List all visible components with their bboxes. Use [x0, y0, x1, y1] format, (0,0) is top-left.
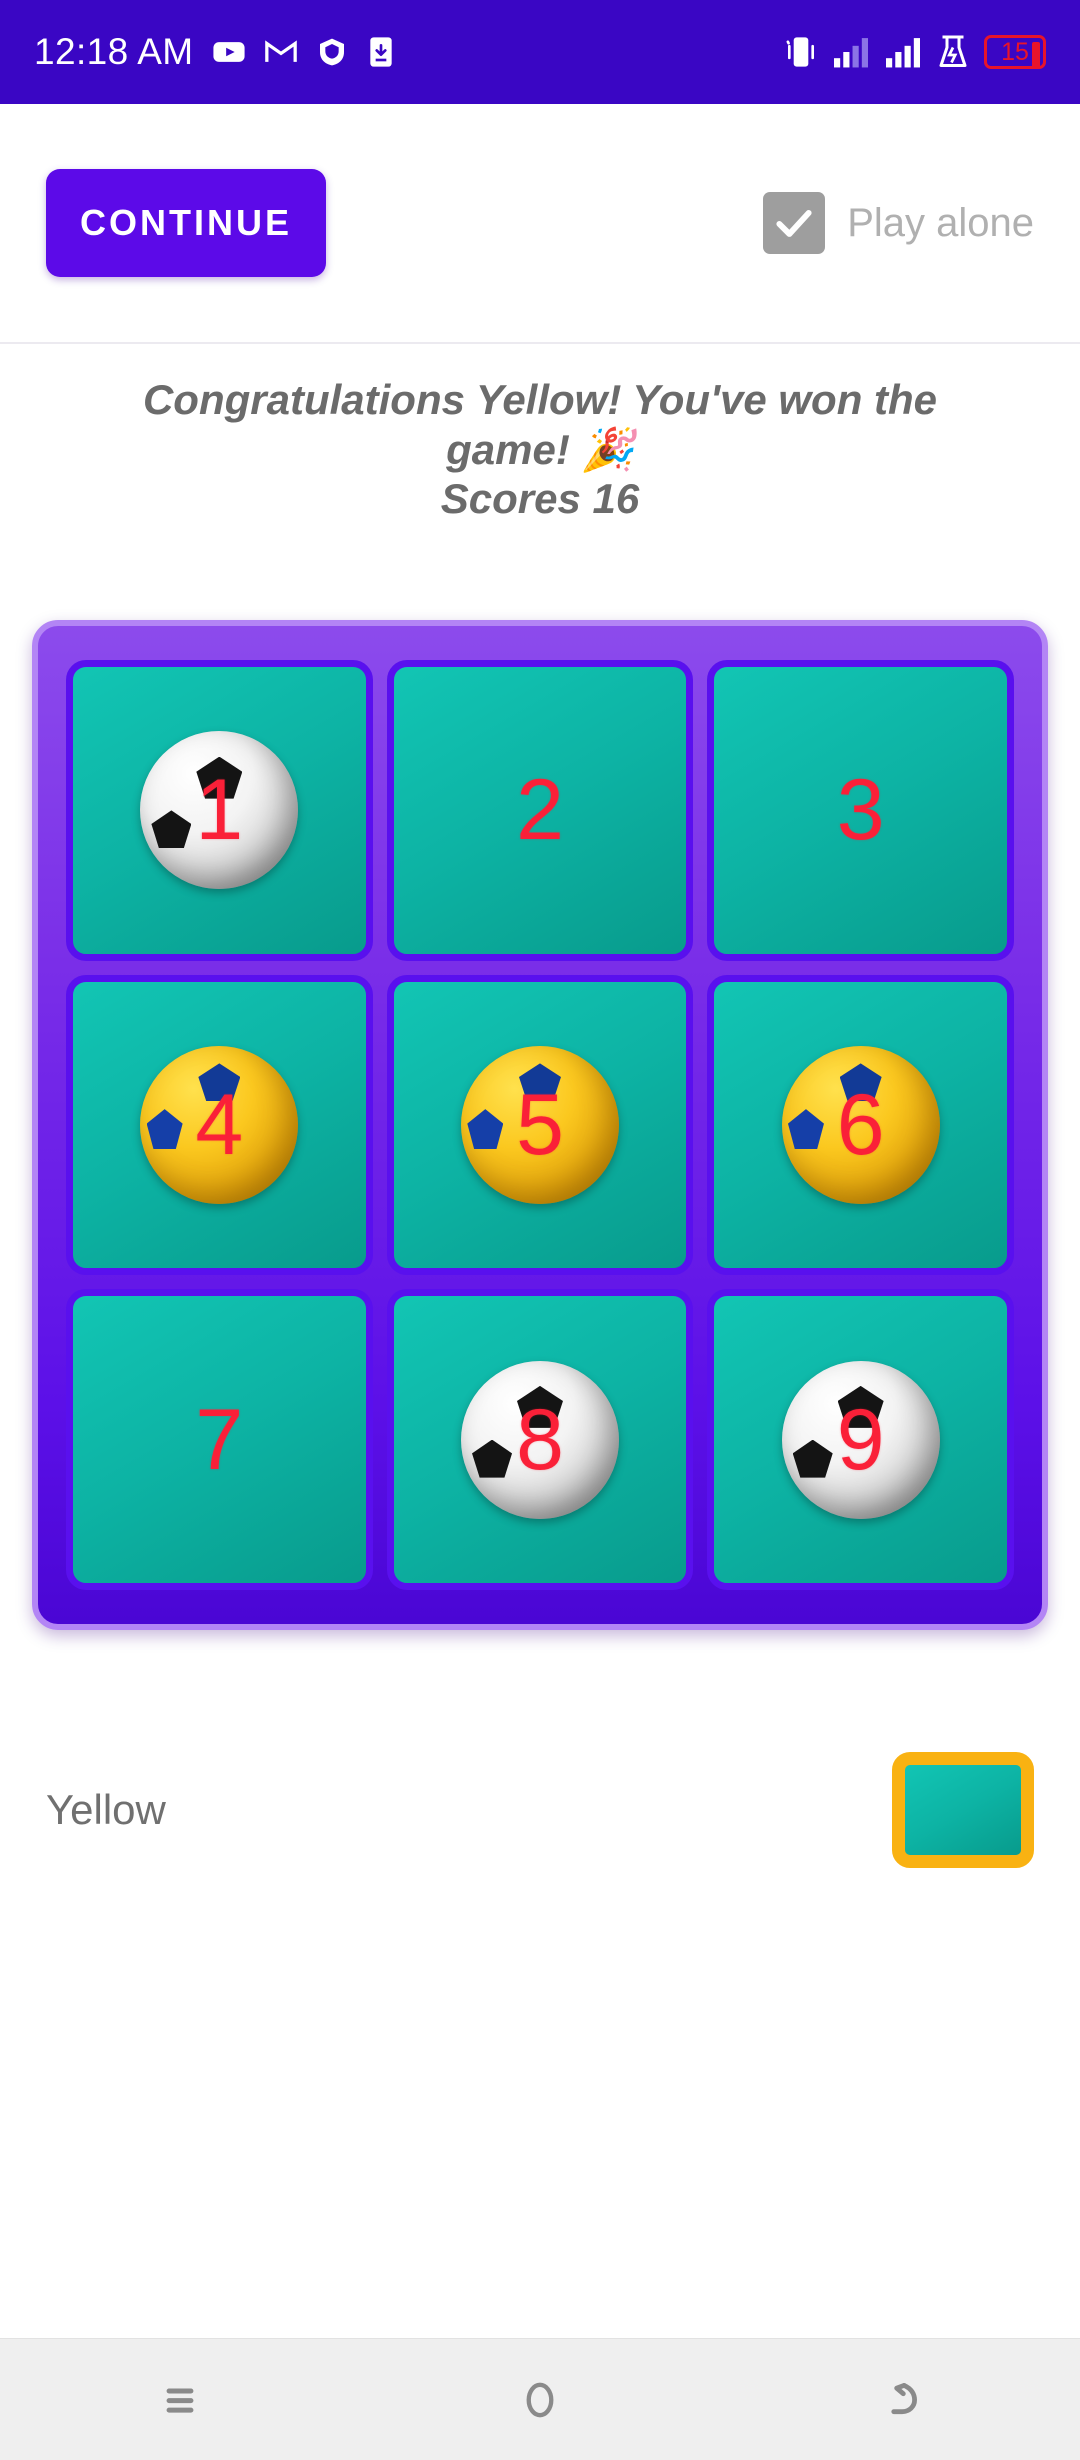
player-name-label: Yellow	[46, 1786, 166, 1833]
board-cell-1[interactable]: 1	[66, 660, 373, 961]
board-cell-number: 9	[836, 1391, 885, 1488]
board-cell-5[interactable]: 5	[386, 974, 694, 1276]
player-row: Yellow	[46, 1735, 1034, 1885]
board-cell-4[interactable]: 4	[66, 974, 373, 1276]
status-bar-right: 15	[784, 33, 1046, 71]
back-arrow-icon	[891, 2382, 917, 2414]
board-cell-number: 1	[195, 762, 244, 859]
shield-icon	[316, 36, 348, 68]
recents-button[interactable]	[105, 2339, 255, 2460]
board-cell-number: 4	[195, 1076, 244, 1173]
play-alone-control[interactable]: Play alone	[763, 192, 1034, 254]
status-bar-left: 12:18 AM	[34, 31, 396, 73]
play-alone-checkbox[interactable]	[763, 192, 826, 254]
board-cell-6[interactable]: 6	[707, 974, 1014, 1276]
board-cell-3[interactable]: 3	[707, 660, 1014, 961]
youtube-icon	[212, 35, 246, 69]
board-cell-8[interactable]: 8	[386, 1289, 694, 1590]
board-cell-9[interactable]: 9	[707, 1289, 1014, 1590]
board-cell-number: 2	[516, 762, 564, 859]
play-alone-label: Play alone	[847, 200, 1034, 245]
vibrate-icon	[784, 33, 818, 71]
tic-tac-toe-board: 1 2 3 4 5 6 7 8 9	[32, 620, 1048, 1630]
board-cell-number: 5	[516, 1076, 564, 1173]
signal-bars-1-icon	[832, 35, 870, 69]
board-cell-number: 8	[516, 1391, 564, 1488]
download-icon	[366, 36, 396, 68]
board-cell-number: 3	[836, 762, 885, 859]
android-nav-bar	[0, 2338, 1080, 2460]
alarm-flask-icon	[936, 34, 970, 70]
board-cell-2[interactable]: 2	[386, 660, 694, 961]
player-color-swatch[interactable]	[892, 1752, 1034, 1868]
board-cell-number: 7	[195, 1391, 244, 1488]
continue-button[interactable]: CONTINUE	[46, 169, 326, 277]
home-button[interactable]	[465, 2339, 615, 2460]
menu-icon	[166, 2388, 194, 2413]
congratulations-message: Congratulations Yellow! You've won the g…	[80, 375, 1000, 524]
status-bar-clock: 12:18 AM	[34, 31, 194, 72]
check-icon	[776, 209, 812, 237]
signal-bars-2-icon	[884, 35, 922, 69]
back-button[interactable]	[825, 2339, 975, 2460]
battery-indicator: 15	[984, 35, 1046, 69]
congrats-score-line: Scores 16	[440, 475, 640, 523]
status-bar: 12:18 AM 15	[0, 0, 1080, 104]
top-toolbar: CONTINUE Play alone	[0, 104, 1080, 344]
circle-icon	[526, 2382, 554, 2417]
app-screen: 12:18 AM 15 CONTINUE Play alone Congratu…	[0, 0, 1080, 2460]
board-cell-7[interactable]: 7	[66, 1289, 373, 1590]
gmail-icon	[264, 35, 298, 69]
battery-level-label: 15	[1001, 37, 1029, 66]
congrats-line-1: Congratulations Yellow! You've won the g…	[142, 376, 938, 473]
board-cell-number: 6	[836, 1076, 885, 1173]
